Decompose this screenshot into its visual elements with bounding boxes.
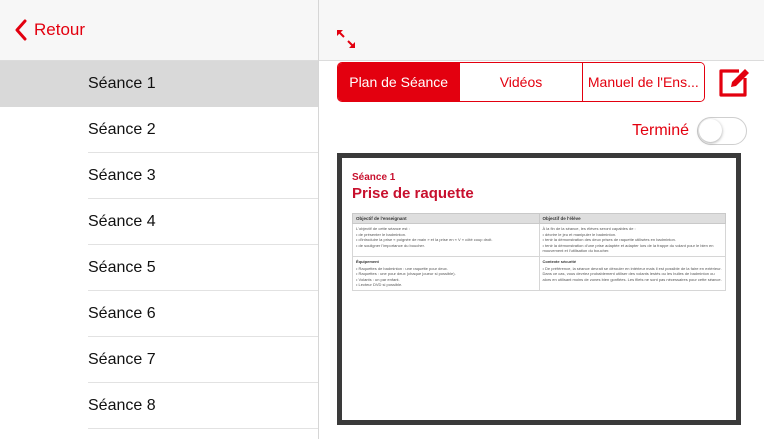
done-label: Terminé — [632, 122, 689, 139]
document-title: Prise de raquette — [352, 185, 474, 202]
main-panel: Plan de Séance Vidéos Manuel de l'Ens... T… — [319, 0, 764, 439]
session-item[interactable]: Séance 8 — [0, 383, 318, 429]
session-label: Séance 6 — [88, 305, 156, 322]
equipment-cell: Équipement • Raquettes de badminton : un… — [352, 255, 540, 291]
tab-plan[interactable]: Plan de Séance — [338, 63, 460, 101]
equipment-item: • Lecteur DVD si possible. — [356, 282, 403, 288]
session-label: Séance 1 — [88, 75, 156, 92]
expand-arrows-icon[interactable] — [335, 28, 357, 50]
session-label: Séance 2 — [88, 121, 156, 138]
session-label: Séance 3 — [88, 167, 156, 184]
session-item[interactable]: Séance 6 — [0, 291, 318, 337]
session-label: Séance 8 — [88, 397, 156, 414]
session-label: Séance 7 — [88, 351, 156, 368]
teacher-bullet: • de souligner l'importance du boucher. — [356, 242, 425, 248]
chevron-left-icon — [15, 19, 27, 41]
sidebar: Retour Séance 1 Séance 2 Séance 3 Séance 4S… — [0, 0, 319, 439]
main-header — [319, 0, 764, 61]
document-table: Objectif de l'enseignant Objectif de l'é… — [352, 213, 726, 291]
back-label: Retour — [34, 20, 86, 39]
session-list: Séance 1 Séance 2 Séance 3 Séance 4 Séance 5… — [0, 61, 318, 429]
done-row: Terminé — [632, 117, 747, 145]
equipment-title: Équipement — [356, 258, 379, 264]
session-label: Séance 5 — [88, 259, 156, 276]
table-header-teacher: Objectif de l'enseignant — [352, 213, 540, 224]
session-item[interactable]: Séance 4 — [0, 199, 318, 245]
teacher-objectives: L'objectif de cette séance est : • de pr… — [352, 223, 540, 257]
student-bullet: • tenir la démonstration d'une prise ada… — [542, 242, 714, 254]
session-item[interactable]: Séance 3 — [0, 153, 318, 199]
tab-manual[interactable]: Manuel de l'Ens... — [581, 63, 704, 101]
safety-cell: Contexte sécurité • De préférence, la sé… — [538, 255, 726, 291]
session-item[interactable]: Séance 1 — [0, 61, 318, 107]
safety-text: • De préférence, la séance devrait se dé… — [542, 265, 722, 282]
toggle-knob — [699, 119, 722, 142]
session-item[interactable]: Séance 2 — [0, 107, 318, 153]
sidebar-header: Retour — [0, 0, 318, 61]
session-item[interactable]: Séance 5 — [0, 245, 318, 291]
table-header-student: Objectif de l'élève — [538, 213, 726, 224]
back-button[interactable]: Retour — [14, 19, 85, 41]
document-page: Séance 1 Prise de raquette Objectif de l… — [342, 158, 736, 420]
session-label: Séance 4 — [88, 213, 156, 230]
edit-pencil-icon[interactable] — [717, 66, 751, 98]
safety-title: Contexte sécurité — [542, 258, 577, 264]
session-item[interactable]: Séance 7 — [0, 337, 318, 383]
document-preview[interactable]: Séance 1 Prise de raquette Objectif de l… — [337, 153, 741, 425]
document-kicker: Séance 1 — [352, 172, 396, 183]
tab-videos[interactable]: Vidéos — [459, 63, 582, 101]
tab-bar: Plan de Séance Vidéos Manuel de l'Ens... — [337, 62, 705, 102]
done-toggle[interactable] — [697, 117, 747, 145]
student-objectives: À la fin de la séance, les élèves seront… — [538, 223, 726, 257]
